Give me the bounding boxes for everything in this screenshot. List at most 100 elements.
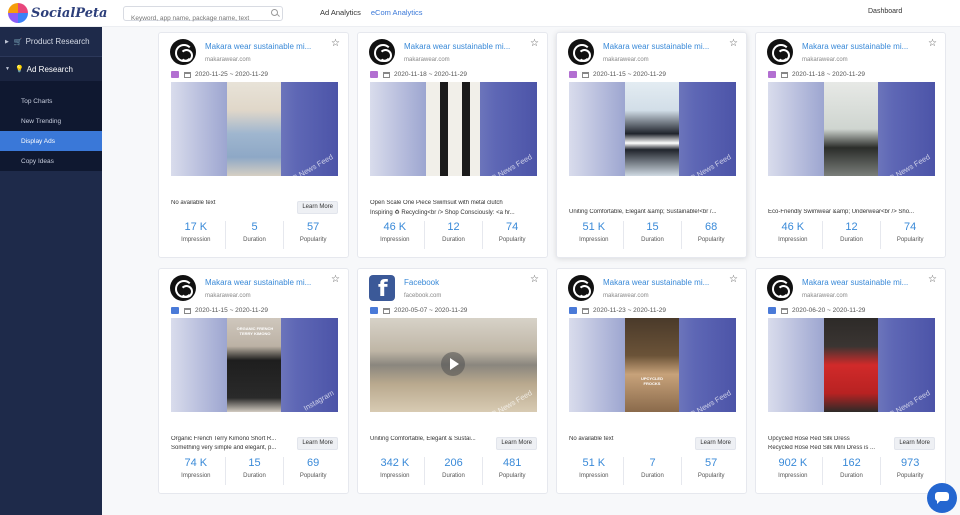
learn-more-button[interactable]: Learn More [297, 201, 338, 214]
search-box[interactable] [123, 6, 283, 25]
ad-title[interactable]: Makara wear sustainable mi... [603, 278, 729, 287]
ad-card[interactable]: Makara wear sustainable mi... ☆ makarawe… [755, 268, 946, 494]
creative-photo: ORGANIC FRENCH TERRY KIMONO [227, 318, 281, 412]
star-icon[interactable]: ☆ [928, 274, 937, 285]
date-text: 2020-06-20 ~ 2020-11-29 [792, 307, 866, 314]
date-text: 2020-11-25 ~ 2020-11-29 [195, 71, 268, 78]
ad-card[interactable]: Makara wear sustainable mi... ☆ makarawe… [158, 268, 349, 494]
sidebar-item-top-charts[interactable]: Top Charts [0, 91, 102, 111]
duration-stat: 5 Duration [226, 221, 285, 249]
ad-card[interactable]: Makara wear sustainable mi... ☆ makarawe… [357, 32, 548, 258]
ad-card[interactable]: Makara wear sustainable mi... ☆ makarawe… [556, 268, 747, 494]
learn-more-button[interactable]: Learn More [695, 437, 736, 450]
duration-label: Duration [840, 473, 863, 479]
advertiser-avatar[interactable] [170, 275, 196, 301]
date-range: 2020-11-15 ~ 2020-11-29 [171, 307, 268, 314]
sidebar-item-copy-ideas[interactable]: Copy Ideas [0, 151, 102, 171]
star-icon[interactable]: ☆ [331, 38, 340, 49]
ad-domain: makarawear.com [404, 57, 450, 63]
duration-stat: 15 Duration [624, 221, 683, 249]
ad-text: Eco-Friendly Swimwear &amp; Underwear<br… [768, 209, 915, 215]
ad-card[interactable]: Makara wear sustainable mi... ☆ makarawe… [158, 32, 349, 258]
star-icon[interactable]: ☆ [331, 274, 340, 285]
popularity-value: 973 [901, 457, 920, 469]
impression-label: Impression [181, 237, 211, 243]
ad-creative[interactable]: FB News Feed [370, 318, 537, 412]
star-icon[interactable]: ☆ [928, 38, 937, 49]
advertiser-avatar[interactable] [369, 39, 395, 65]
facebook-icon[interactable] [369, 275, 395, 301]
date-range: 2020-05-07 ~ 2020-11-29 [370, 307, 467, 314]
placement-watermark: FB News Feed [685, 152, 733, 176]
ad-creative[interactable]: FB News Feed [569, 82, 736, 176]
ad-title[interactable]: Makara wear sustainable mi... [603, 42, 729, 51]
ad-title[interactable]: Makara wear sustainable mi... [802, 42, 928, 51]
placement-watermark: FB News Feed [884, 388, 932, 412]
advertiser-avatar[interactable] [767, 275, 793, 301]
advertiser-avatar[interactable] [767, 39, 793, 65]
popularity-stat: 973 Popularity [881, 457, 939, 485]
learn-more-button[interactable]: Learn More [496, 437, 537, 450]
duration-value: 12 [845, 221, 858, 233]
ad-title[interactable]: Makara wear sustainable mi... [205, 42, 331, 51]
ad-creative[interactable]: FB News Feed [768, 82, 935, 176]
ad-title[interactable]: Makara wear sustainable mi... [802, 278, 928, 287]
star-icon[interactable]: ☆ [729, 38, 738, 49]
ad-creative[interactable]: FB News Feed [768, 318, 935, 412]
date-range: 2020-11-15 ~ 2020-11-29 [569, 71, 666, 78]
star-icon[interactable]: ☆ [530, 274, 539, 285]
ad-domain: makarawear.com [205, 293, 251, 299]
sidebar-item-display-ads[interactable]: Display Ads [0, 131, 102, 151]
ad-card[interactable]: Facebook ☆ facebook.com 2020-05-07 ~ 202… [357, 268, 548, 494]
ad-card[interactable]: Makara wear sustainable mi... ☆ makarawe… [556, 32, 747, 258]
nav-dashboard[interactable]: Dashboard [868, 8, 902, 15]
ad-creative[interactable]: UPCYCLED FROCKS FB News Feed [569, 318, 736, 412]
nav-ad-analytics[interactable]: Ad Analytics [320, 8, 361, 17]
ad-domain: makarawear.com [802, 293, 848, 299]
nav-ecom-analytics[interactable]: eCom Analytics [371, 8, 423, 17]
ad-metrics: 51 K Impression 7 Duration 57 Popularity [565, 457, 740, 485]
duration-label: Duration [641, 237, 664, 243]
impression-label: Impression [778, 473, 808, 479]
ad-text: Organic French Terry Kimono Short R... [171, 436, 277, 442]
ad-creative[interactable]: ORGANIC FRENCH TERRY KIMONO Instagram [171, 318, 338, 412]
cart-icon: 🛒 [13, 38, 23, 46]
ad-card[interactable]: Makara wear sustainable mi... ☆ makarawe… [755, 32, 946, 258]
popularity-stat: 74 Popularity [483, 221, 541, 249]
brand-logo[interactable]: SocialPeta [8, 3, 107, 23]
learn-more-button[interactable]: Learn More [894, 437, 935, 450]
search-icon[interactable] [271, 9, 278, 16]
sidebar-item-product-research[interactable]: ▶ 🛒 Product Research [0, 27, 102, 57]
creative-photo [625, 82, 679, 176]
ad-text-secondary: Recycled Rose Red Silk Mini Dress is ... [768, 445, 876, 451]
chat-icon[interactable] [927, 483, 957, 513]
date-text: 2020-05-07 ~ 2020-11-29 [394, 307, 468, 314]
ad-creative[interactable]: FB News Feed [370, 82, 537, 176]
impression-stat: 74 K Impression [167, 457, 226, 485]
popularity-label: Popularity [697, 473, 725, 479]
advertiser-avatar[interactable] [568, 275, 594, 301]
impression-label: Impression [181, 473, 211, 479]
learn-more-button[interactable]: Learn More [297, 437, 338, 450]
search-input[interactable] [124, 12, 264, 25]
ad-metrics: 74 K Impression 15 Duration 69 Popularity [167, 457, 342, 485]
star-icon[interactable]: ☆ [729, 274, 738, 285]
duration-label: Duration [243, 237, 266, 243]
image-icon [768, 307, 776, 314]
impression-stat: 342 K Impression [366, 457, 425, 485]
play-icon[interactable] [441, 352, 465, 376]
star-icon[interactable]: ☆ [530, 38, 539, 49]
duration-value: 15 [646, 221, 659, 233]
advertiser-avatar[interactable] [568, 39, 594, 65]
ad-title[interactable]: Makara wear sustainable mi... [205, 278, 331, 287]
advertiser-avatar[interactable] [170, 39, 196, 65]
ad-title[interactable]: Makara wear sustainable mi... [404, 42, 530, 51]
duration-label: Duration [442, 237, 465, 243]
sidebar-item-ad-research[interactable]: ▼ 💡 Ad Research [0, 57, 102, 81]
ad-creative[interactable]: FB News Feed [171, 82, 338, 176]
creative-photo [227, 82, 281, 176]
sidebar-item-new-trending[interactable]: New Trending [0, 111, 102, 131]
image-icon [569, 307, 577, 314]
ad-title[interactable]: Facebook [404, 278, 530, 287]
popularity-stat: 69 Popularity [284, 457, 342, 485]
